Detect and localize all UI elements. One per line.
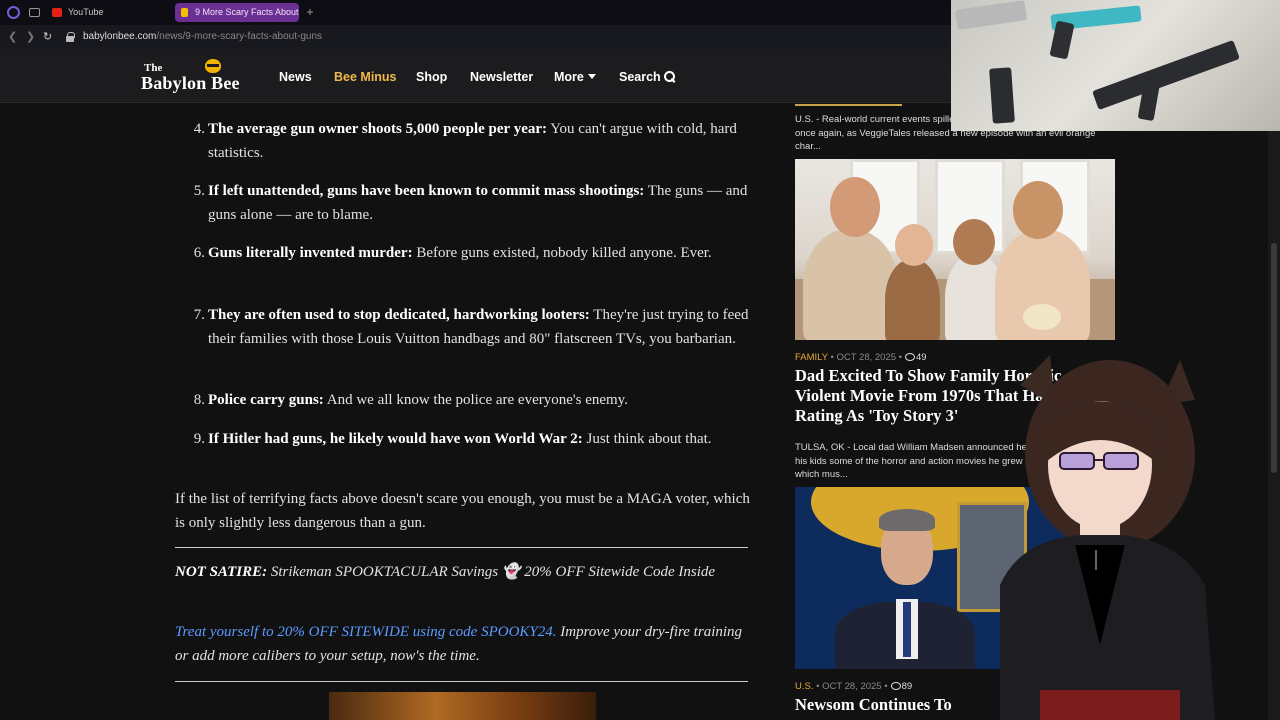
mom-head-shape bbox=[1013, 181, 1063, 239]
comment-count[interactable]: 49 bbox=[916, 352, 927, 363]
comment-icon bbox=[905, 353, 916, 361]
tab-babylon-bee-article[interactable]: 9 More Scary Facts About bbox=[175, 3, 299, 22]
list-number: 7. bbox=[193, 307, 205, 323]
browser-logo-icon[interactable] bbox=[7, 6, 20, 19]
logo-name: Babylon Bee bbox=[141, 73, 240, 93]
reload-icon[interactable]: ↻ bbox=[43, 30, 52, 43]
story-meta: FAMILY • OCT 28, 2025 • 49 bbox=[795, 352, 927, 363]
webcam-overlay bbox=[951, 0, 1280, 131]
fact-heading: If Hitler had guns, he likely would have… bbox=[208, 431, 583, 447]
dad-shape bbox=[803, 229, 898, 340]
url-host: babylonbee.com bbox=[83, 31, 157, 42]
list-text: The average gun owner shoots 5,000 peopl… bbox=[208, 118, 750, 165]
tab-label: YouTube bbox=[68, 7, 104, 17]
nav-bee-minus-link[interactable]: Bee Minus bbox=[334, 70, 397, 84]
url-field[interactable]: babylonbee.com/news/9-more-scary-facts-a… bbox=[83, 31, 322, 42]
new-tab-plus-icon[interactable]: + bbox=[303, 5, 317, 19]
chevron-down-icon bbox=[587, 74, 596, 79]
promo-title-text: Strikeman SPOOKTACULAR Savings 👻 20% OFF… bbox=[270, 564, 716, 580]
forward-arrow-icon[interactable]: ❯ bbox=[26, 30, 35, 43]
list-number: 4. bbox=[193, 121, 205, 137]
category-label[interactable]: FAMILY bbox=[795, 352, 828, 363]
promo-link[interactable]: Treat yourself to 20% OFF SITEWIDE using… bbox=[175, 624, 557, 640]
list-text: If Hitler had guns, he likely would have… bbox=[208, 428, 750, 452]
babylon-bee-favicon-icon bbox=[181, 8, 188, 17]
tab-youtube[interactable]: YouTube bbox=[48, 3, 168, 22]
boy-shape bbox=[885, 259, 940, 340]
tab-island-icon[interactable] bbox=[29, 8, 40, 17]
girl-head-shape bbox=[953, 219, 995, 265]
fact-heading: The average gun owner shoots 5,000 peopl… bbox=[208, 121, 548, 137]
fact-body: Before guns existed, nobody killed anyon… bbox=[416, 245, 712, 261]
promo-title: NOT SATIRE: Strikeman SPOOKTACULAR Savin… bbox=[175, 561, 750, 585]
nav-more-label: More bbox=[554, 70, 584, 84]
scrollbar-thumb[interactable] bbox=[1271, 243, 1277, 473]
gun-shape bbox=[1092, 39, 1240, 111]
vtuber-avatar-overlay bbox=[980, 345, 1250, 720]
fact-heading: They are often used to stop dedicated, h… bbox=[208, 307, 590, 323]
story-meta: U.S. • OCT 28, 2025 • 89 bbox=[795, 681, 913, 692]
divider bbox=[175, 681, 748, 682]
divider bbox=[175, 547, 748, 548]
nav-search-button[interactable]: Search bbox=[619, 70, 676, 84]
nav-search-label: Search bbox=[619, 70, 661, 84]
list-text: They are often used to stop dedicated, h… bbox=[208, 304, 750, 351]
fact-heading: Guns literally invented murder: bbox=[208, 245, 413, 261]
search-icon bbox=[663, 71, 676, 83]
nav-newsletter-link[interactable]: Newsletter bbox=[470, 70, 533, 84]
url-path: /news/9-more-scary-facts-about-guns bbox=[156, 31, 323, 42]
list-number: 6. bbox=[193, 245, 205, 261]
nav-news-link[interactable]: News bbox=[279, 70, 312, 84]
category-label[interactable]: U.S. bbox=[795, 681, 813, 692]
story-image-family-movie[interactable] bbox=[795, 159, 1115, 340]
popcorn-shape bbox=[1023, 304, 1061, 330]
fact-body: Just think about that. bbox=[586, 431, 712, 447]
back-arrow-icon[interactable]: ❮ bbox=[8, 30, 17, 43]
fact-heading: Police carry guns: bbox=[208, 392, 324, 408]
bee-icon bbox=[205, 59, 221, 73]
promo-image[interactable] bbox=[329, 692, 596, 720]
gun-shape bbox=[954, 0, 1028, 30]
babylon-bee-logo[interactable]: The Babylon Bee bbox=[141, 59, 251, 95]
nav-more-dropdown[interactable]: More bbox=[554, 70, 596, 84]
list-text: Guns literally invented murder: Before g… bbox=[208, 242, 750, 266]
comment-icon bbox=[890, 682, 901, 690]
comment-count[interactable]: 89 bbox=[902, 681, 913, 692]
fact-heading: If left unattended, guns have been known… bbox=[208, 183, 645, 199]
list-number: 9. bbox=[193, 431, 205, 447]
boy-head-shape bbox=[895, 224, 933, 266]
fact-body: And we all know the police are everyone'… bbox=[326, 392, 628, 408]
nav-shop-link[interactable]: Shop bbox=[416, 70, 447, 84]
story-date: OCT 28, 2025 bbox=[822, 681, 882, 692]
list-number: 5. bbox=[193, 183, 205, 199]
promo-body: Treat yourself to 20% OFF SITEWIDE using… bbox=[175, 621, 750, 668]
hair-shape bbox=[879, 509, 935, 531]
avatar-figure bbox=[1000, 355, 1215, 720]
closing-paragraph: If the list of terrifying facts above do… bbox=[175, 491, 750, 531]
gun-shape bbox=[989, 67, 1015, 124]
scrollbar[interactable] bbox=[1268, 103, 1280, 720]
tie-shape bbox=[903, 602, 911, 657]
dad-head-shape bbox=[830, 177, 880, 237]
list-number: 8. bbox=[193, 392, 205, 408]
tab-label: 9 More Scary Facts About bbox=[195, 7, 299, 17]
lock-icon[interactable] bbox=[66, 32, 75, 42]
story-date: OCT 28, 2025 bbox=[836, 352, 897, 363]
promo-label: NOT SATIRE: bbox=[175, 564, 268, 580]
list-text: Police carry guns: And we all know the p… bbox=[208, 389, 750, 413]
list-text: If left unattended, guns have been known… bbox=[208, 180, 750, 227]
divider bbox=[795, 104, 902, 106]
youtube-favicon-icon bbox=[52, 8, 62, 17]
